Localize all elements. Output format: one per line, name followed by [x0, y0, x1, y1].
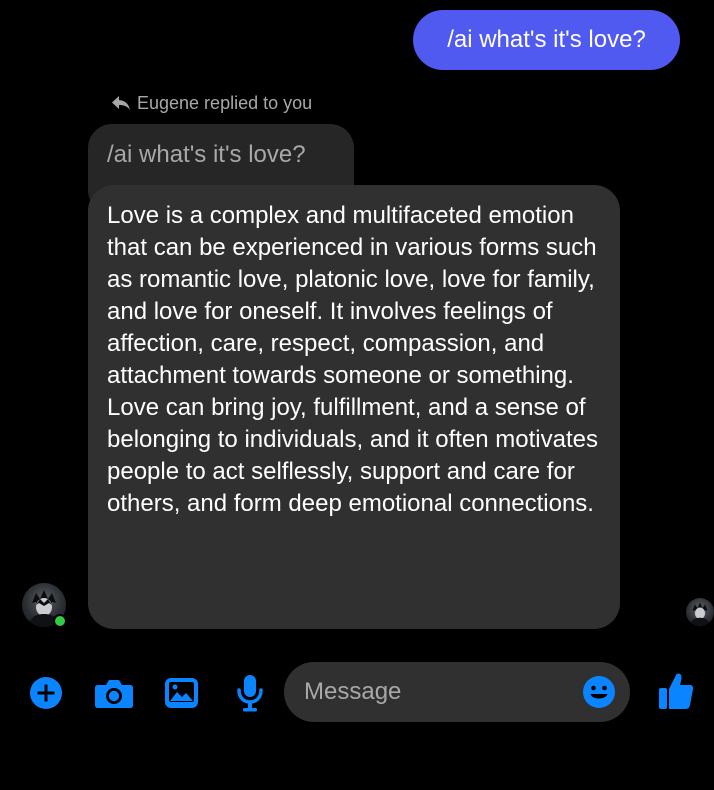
- camera-icon: [95, 680, 133, 708]
- reply-indicator: Eugene replied to you: [111, 90, 312, 116]
- microphone-icon: [237, 675, 263, 712]
- sent-message-bubble[interactable]: /ai what's it's love?: [413, 10, 680, 70]
- thumbs-up-icon: [659, 673, 694, 709]
- received-message-bubble[interactable]: Love is a complex and multifaceted emoti…: [88, 185, 620, 629]
- plus-icon: [30, 677, 62, 709]
- seen-avatar-figure-icon: [689, 602, 711, 626]
- emoji-icon: [583, 676, 615, 708]
- camera-button[interactable]: [94, 676, 134, 710]
- online-status-indicator: [53, 614, 67, 628]
- seen-by-avatar: [686, 598, 714, 626]
- message-input[interactable]: [304, 662, 574, 722]
- sent-message-text: /ai what's it's love?: [447, 26, 646, 53]
- image-icon: [165, 678, 198, 708]
- add-button[interactable]: [29, 676, 63, 710]
- received-message-text: Love is a complex and multifaceted emoti…: [107, 202, 598, 517]
- quoted-message-text: /ai what's it's love?: [107, 141, 306, 168]
- message-input-container: [284, 662, 630, 722]
- voice-message-button[interactable]: [236, 674, 264, 712]
- emoji-button[interactable]: [582, 675, 616, 709]
- reply-arrow-icon: [112, 96, 130, 110]
- reply-indicator-text: Eugene replied to you: [137, 92, 313, 113]
- like-button[interactable]: [658, 672, 694, 710]
- gallery-button[interactable]: [164, 677, 199, 709]
